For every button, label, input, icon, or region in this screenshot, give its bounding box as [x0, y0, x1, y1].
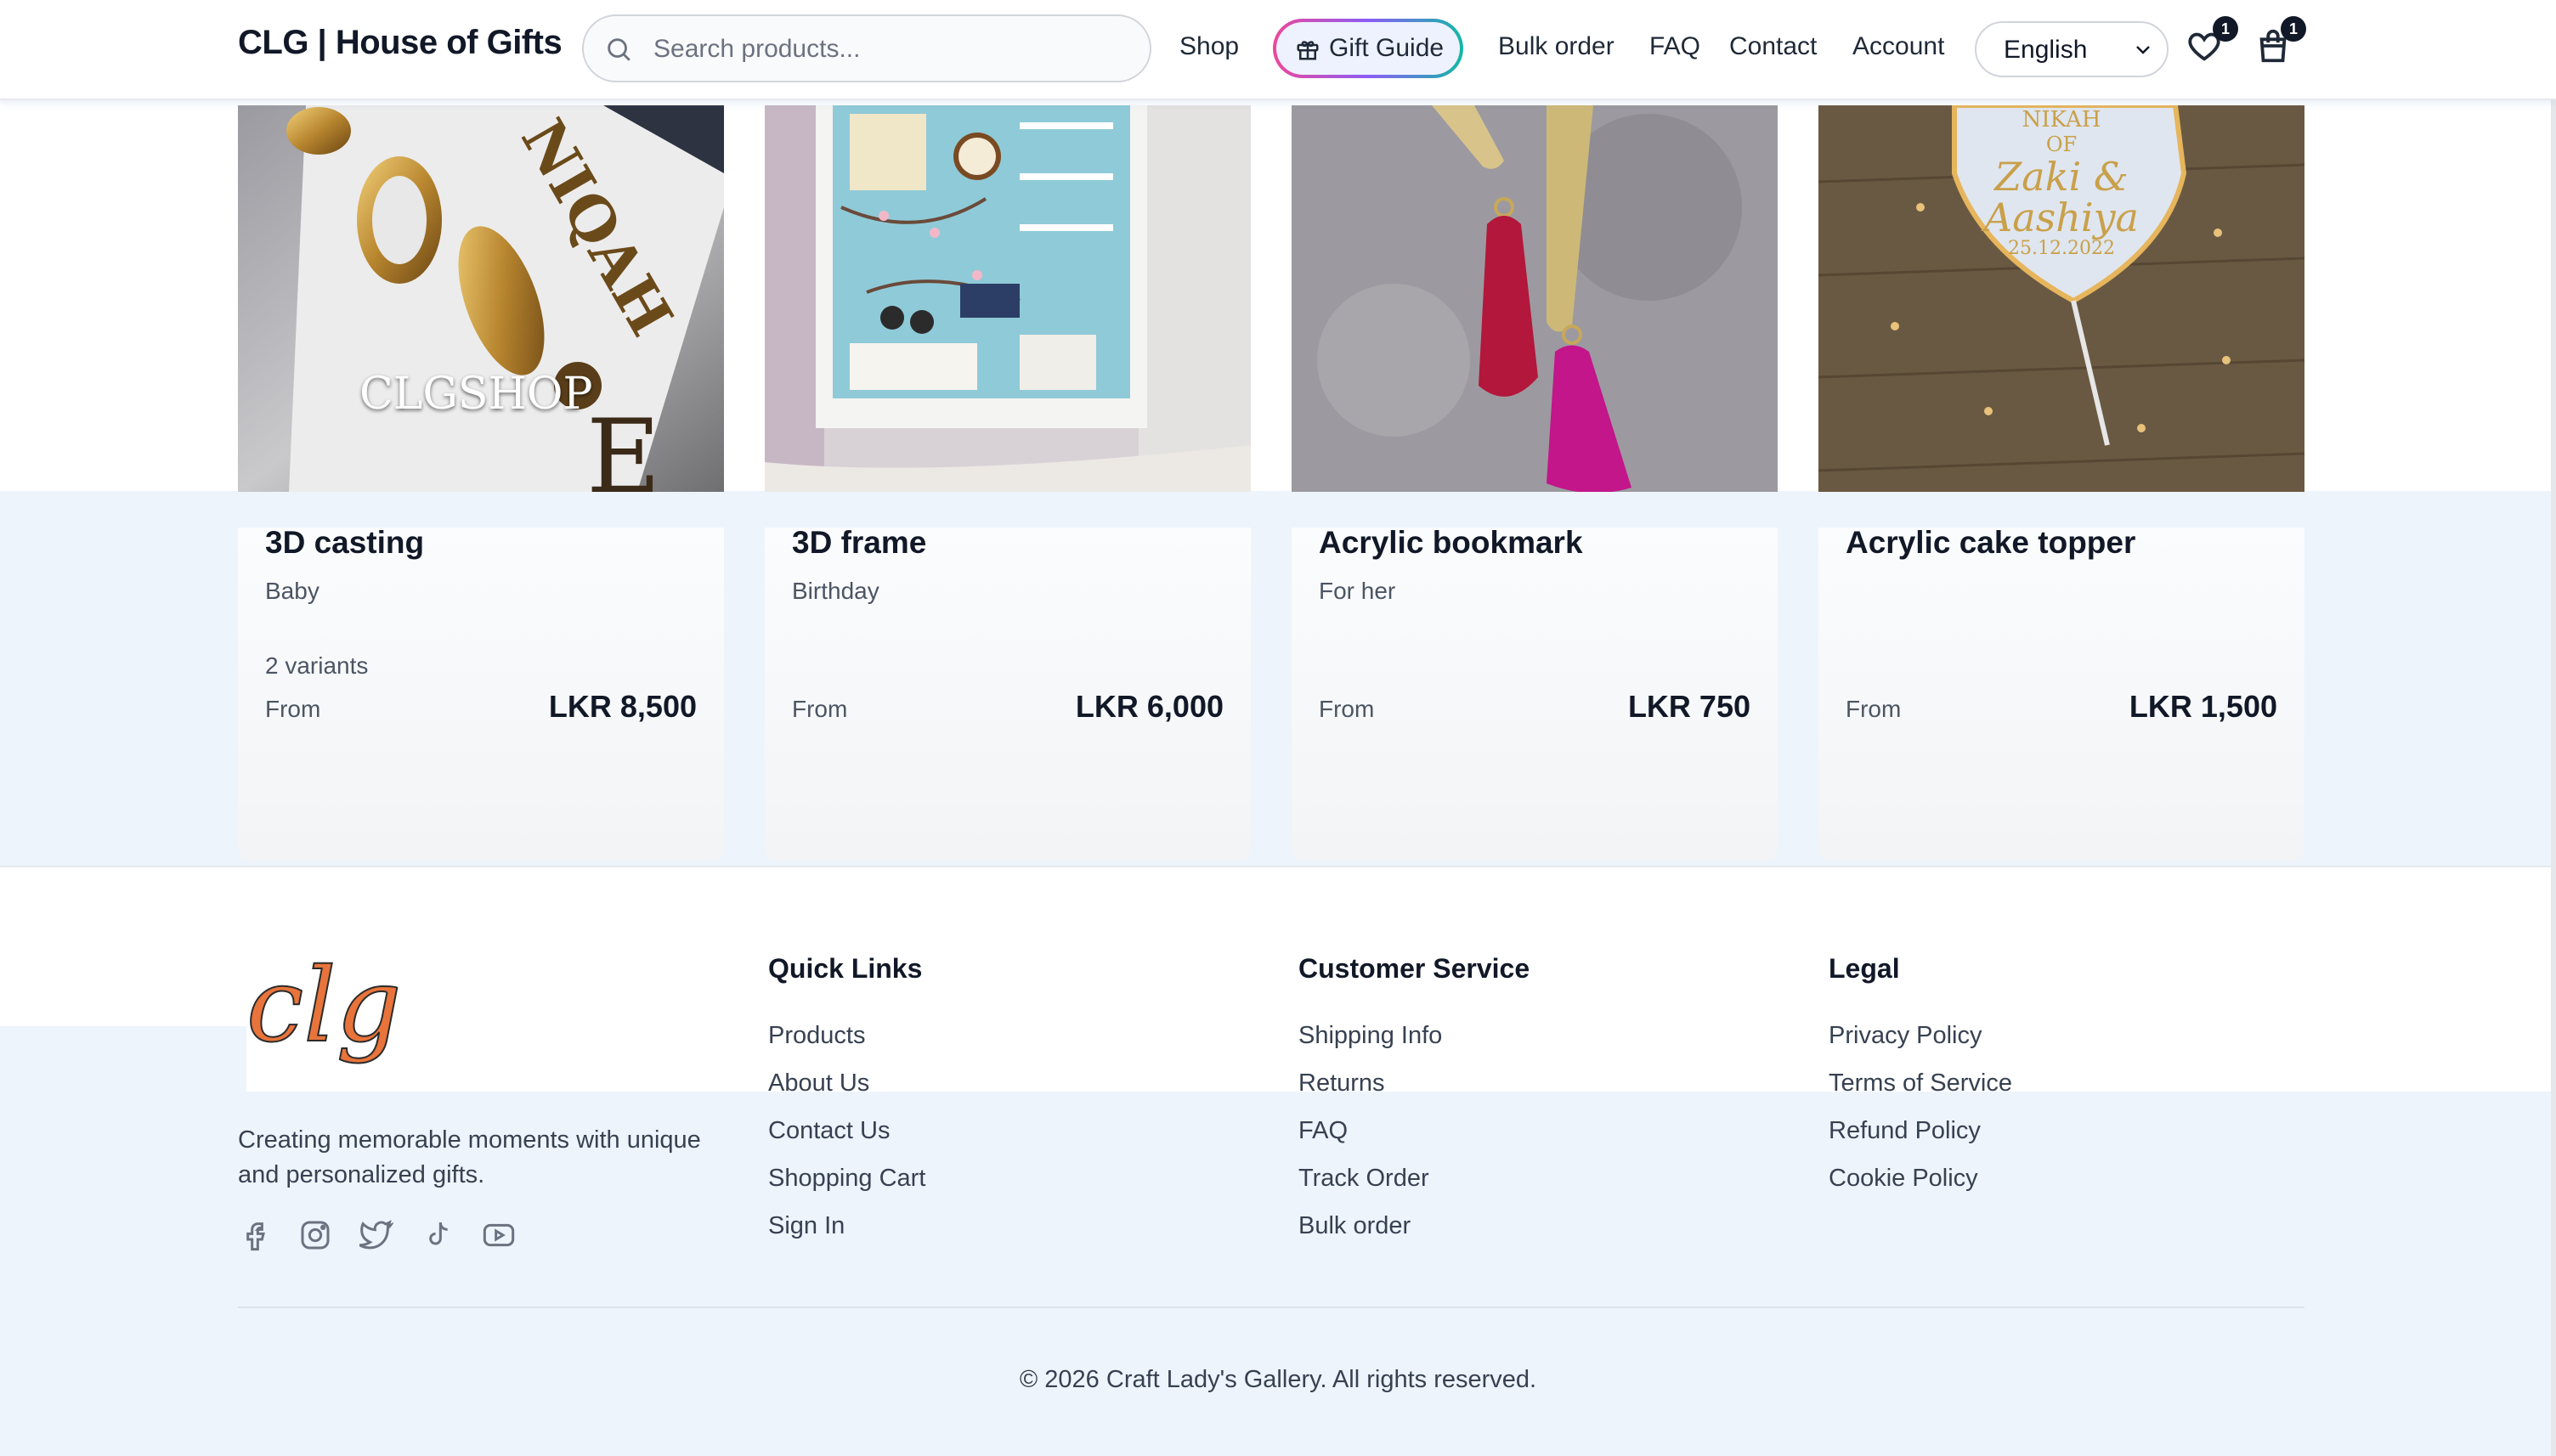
- topper-line: NIKAH: [2022, 107, 2101, 133]
- topper-line: Zaki &: [1994, 154, 2129, 200]
- gift-guide-button[interactable]: Gift Guide: [1273, 19, 1463, 78]
- footer-link-faq[interactable]: FAQ: [1298, 1117, 1348, 1145]
- site-header: CLG | House of Gifts Shop Gift Guide Bul…: [0, 0, 2556, 100]
- product-price: LKR 8,500: [548, 689, 697, 724]
- product-variants: 2 variants: [265, 652, 369, 679]
- cart-button[interactable]: 1: [2253, 16, 2306, 72]
- search-input[interactable]: [652, 28, 1131, 71]
- facebook-icon[interactable]: [238, 1218, 275, 1256]
- price-from-label: From: [792, 696, 848, 722]
- instagram-icon[interactable]: [298, 1218, 336, 1256]
- product-title[interactable]: Acrylic bookmark: [1319, 525, 1583, 561]
- chevron-down-icon: [2136, 46, 2150, 54]
- brand-logo[interactable]: CLG | House of Gifts: [238, 24, 563, 62]
- nav-bulk-order[interactable]: Bulk order: [1498, 32, 1614, 61]
- product-image-acrylic-cake-topper[interactable]: NIKAH OF Zaki & Aashiya 25.12.2022: [1818, 105, 2304, 492]
- language-value: English: [2004, 36, 2088, 64]
- product-image-acrylic-bookmark[interactable]: [1292, 105, 1778, 492]
- product-title[interactable]: 3D frame: [792, 525, 926, 561]
- logo-text: clg: [246, 947, 401, 1065]
- cart-count-badge: 1: [2281, 16, 2306, 42]
- topper-line: OF: [2045, 133, 2078, 156]
- product-image-3d-frame[interactable]: [765, 105, 1251, 492]
- footer-link-terms-of-service[interactable]: Terms of Service: [1829, 1069, 2012, 1098]
- footer-link-returns[interactable]: Returns: [1298, 1069, 1385, 1098]
- price-from-label: From: [1319, 696, 1375, 722]
- wishlist-count-badge: 1: [2213, 16, 2238, 42]
- search-box[interactable]: [582, 14, 1151, 82]
- footer-link-shipping-info[interactable]: Shipping Info: [1298, 1022, 1442, 1050]
- youtube-icon[interactable]: [482, 1218, 519, 1256]
- footer-link-contact-us[interactable]: Contact Us: [768, 1117, 890, 1145]
- footer-link-shopping-cart[interactable]: Shopping Cart: [768, 1165, 925, 1193]
- svg-text:E: E: [586, 398, 661, 492]
- nav-shop[interactable]: Shop: [1179, 32, 1239, 61]
- product-category: Baby: [265, 578, 320, 604]
- product-price: LKR 6,000: [1075, 689, 1224, 724]
- language-select[interactable]: English: [1975, 21, 2169, 77]
- footer-tagline: Creating memorable moments with unique a…: [238, 1126, 701, 1188]
- tiktok-icon[interactable]: [421, 1218, 458, 1256]
- gift-icon: [1297, 41, 1319, 60]
- search-icon: [608, 38, 631, 61]
- topper-line: 25.12.2022: [2008, 238, 2115, 259]
- footer-link-privacy-policy[interactable]: Privacy Policy: [1829, 1022, 1982, 1050]
- footer-link-cookie-policy[interactable]: Cookie Policy: [1829, 1165, 1978, 1193]
- nav-account[interactable]: Account: [1852, 32, 1944, 61]
- page-scrollbar[interactable]: [2551, 0, 2556, 1456]
- product-category: Birthday: [792, 578, 879, 604]
- copyright-text: © 2026 Craft Lady's Gallery. All rights …: [1019, 1366, 1537, 1393]
- footer-link-about-us[interactable]: About Us: [768, 1069, 869, 1098]
- product-category: For her: [1319, 578, 1396, 604]
- footer-link-refund-policy[interactable]: Refund Policy: [1829, 1117, 1981, 1145]
- price-from-label: From: [265, 696, 321, 722]
- image-watermark: CLGSHOP: [359, 369, 593, 420]
- footer-heading-quick-links: Quick Links: [768, 953, 923, 984]
- product-price: LKR 1,500: [2129, 689, 2277, 724]
- topper-line: Aashiya: [1983, 195, 2139, 240]
- wishlist-button[interactable]: 1: [2185, 16, 2238, 72]
- gift-guide-label: Gift Guide: [1329, 34, 1445, 62]
- product-title[interactable]: Acrylic cake topper: [1846, 525, 2135, 561]
- product-price: LKR 750: [1627, 689, 1750, 724]
- nav-faq[interactable]: FAQ: [1649, 32, 1700, 61]
- footer-link-track-order[interactable]: Track Order: [1298, 1165, 1429, 1193]
- footer-link-products[interactable]: Products: [768, 1022, 865, 1050]
- product-title[interactable]: 3D casting: [265, 525, 424, 561]
- footer-link-bulk-order[interactable]: Bulk order: [1298, 1212, 1411, 1240]
- nav-contact[interactable]: Contact: [1729, 32, 1817, 61]
- price-from-label: From: [1846, 696, 1902, 722]
- footer-heading-customer-service: Customer Service: [1298, 953, 1530, 984]
- footer-link-sign-in[interactable]: Sign In: [768, 1212, 845, 1240]
- footer-logo[interactable]: clg: [238, 946, 459, 1083]
- twitter-icon[interactable]: [359, 1218, 397, 1256]
- footer-bottom-divider: [238, 1306, 2304, 1308]
- footer-heading-legal: Legal: [1829, 953, 1900, 984]
- footer-divider: [0, 866, 2556, 867]
- product-image-3d-casting[interactable]: NIQAH E CLGSHOP: [238, 105, 724, 492]
